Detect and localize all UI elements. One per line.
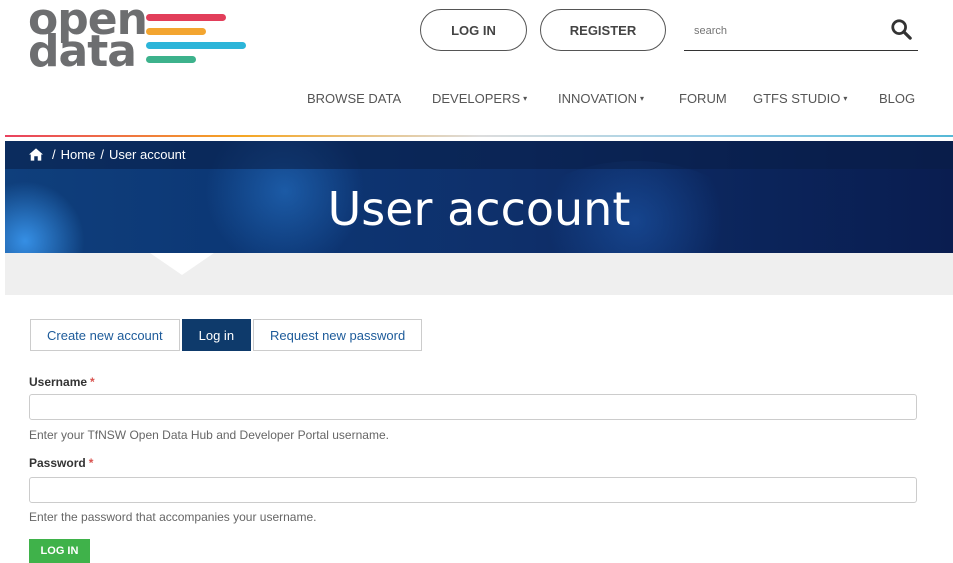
breadcrumb-separator: / [52,147,56,162]
nav-browse-data-label: BROWSE DATA [307,91,402,106]
logo-stripe-blue [146,42,246,49]
nav-blog[interactable]: BLOG [879,91,915,106]
hero-banner: / Home / User account User account [5,141,953,253]
logo-word-data: data [28,26,137,77]
chevron-down-icon: ▾ [523,94,528,103]
breadcrumb-current: User account [108,147,186,162]
required-marker: * [88,456,94,470]
password-label-text: Password [29,456,86,470]
main-nav: BROWSE DATA DEVELOPERS ▾ INNOVATION ▾ FORU… [0,91,953,111]
decorative-notch [150,253,214,275]
tab-request-new-password[interactable]: Request new password [253,319,423,351]
nav-gtfs-studio-label: GTFS STUDIO [753,91,841,106]
password-help-text: Enter the password that accompanies your… [29,510,317,524]
username-help-text: Enter your TfNSW Open Data Hub and Devel… [29,428,389,442]
breadcrumb-separator: / [100,147,104,162]
login-submit-button[interactable]: LOG IN [29,539,90,563]
breadcrumb-home-link[interactable]: Home [61,147,96,162]
logo-stripe-orange [146,28,206,35]
chevron-down-icon: ▾ [843,94,848,103]
username-label-text: Username [29,375,88,389]
header-login-button[interactable]: LOG IN [420,9,527,51]
header-divider [5,135,953,137]
tab-create-new-account[interactable]: Create new account [30,319,180,351]
nav-innovation-label: INNOVATION [558,91,637,106]
logo-stripe-green [146,56,196,63]
decorative-band [5,253,953,295]
search-box [684,10,918,51]
account-tabs: Create new account Log in Request new pa… [30,319,423,351]
home-icon[interactable] [29,148,43,161]
search-input[interactable] [692,20,866,42]
tab-log-in[interactable]: Log in [181,319,252,351]
search-icon[interactable] [890,18,912,40]
nav-browse-data[interactable]: BROWSE DATA [307,91,401,106]
nav-forum-label: FORUM [679,91,727,106]
logo-stripe-red [146,14,226,21]
required-marker: * [90,375,95,389]
site-logo[interactable]: open data [28,0,258,77]
header-register-button[interactable]: REGISTER [540,9,666,51]
chevron-down-icon: ▾ [639,94,644,103]
nav-developers[interactable]: DEVELOPERS ▾ [432,91,527,106]
username-label: Username * [29,375,95,389]
breadcrumb: / Home / User account [29,147,186,162]
page-title: User account [327,182,631,236]
nav-forum[interactable]: FORUM [679,91,727,106]
nav-developers-label: DEVELOPERS [432,91,521,106]
nav-blog-label: BLOG [879,91,916,106]
username-field[interactable] [29,394,917,420]
password-label: Password * [29,456,93,470]
password-field[interactable] [29,477,917,503]
nav-gtfs-studio[interactable]: GTFS STUDIO ▾ [753,91,847,106]
nav-innovation[interactable]: INNOVATION ▾ [558,91,644,106]
